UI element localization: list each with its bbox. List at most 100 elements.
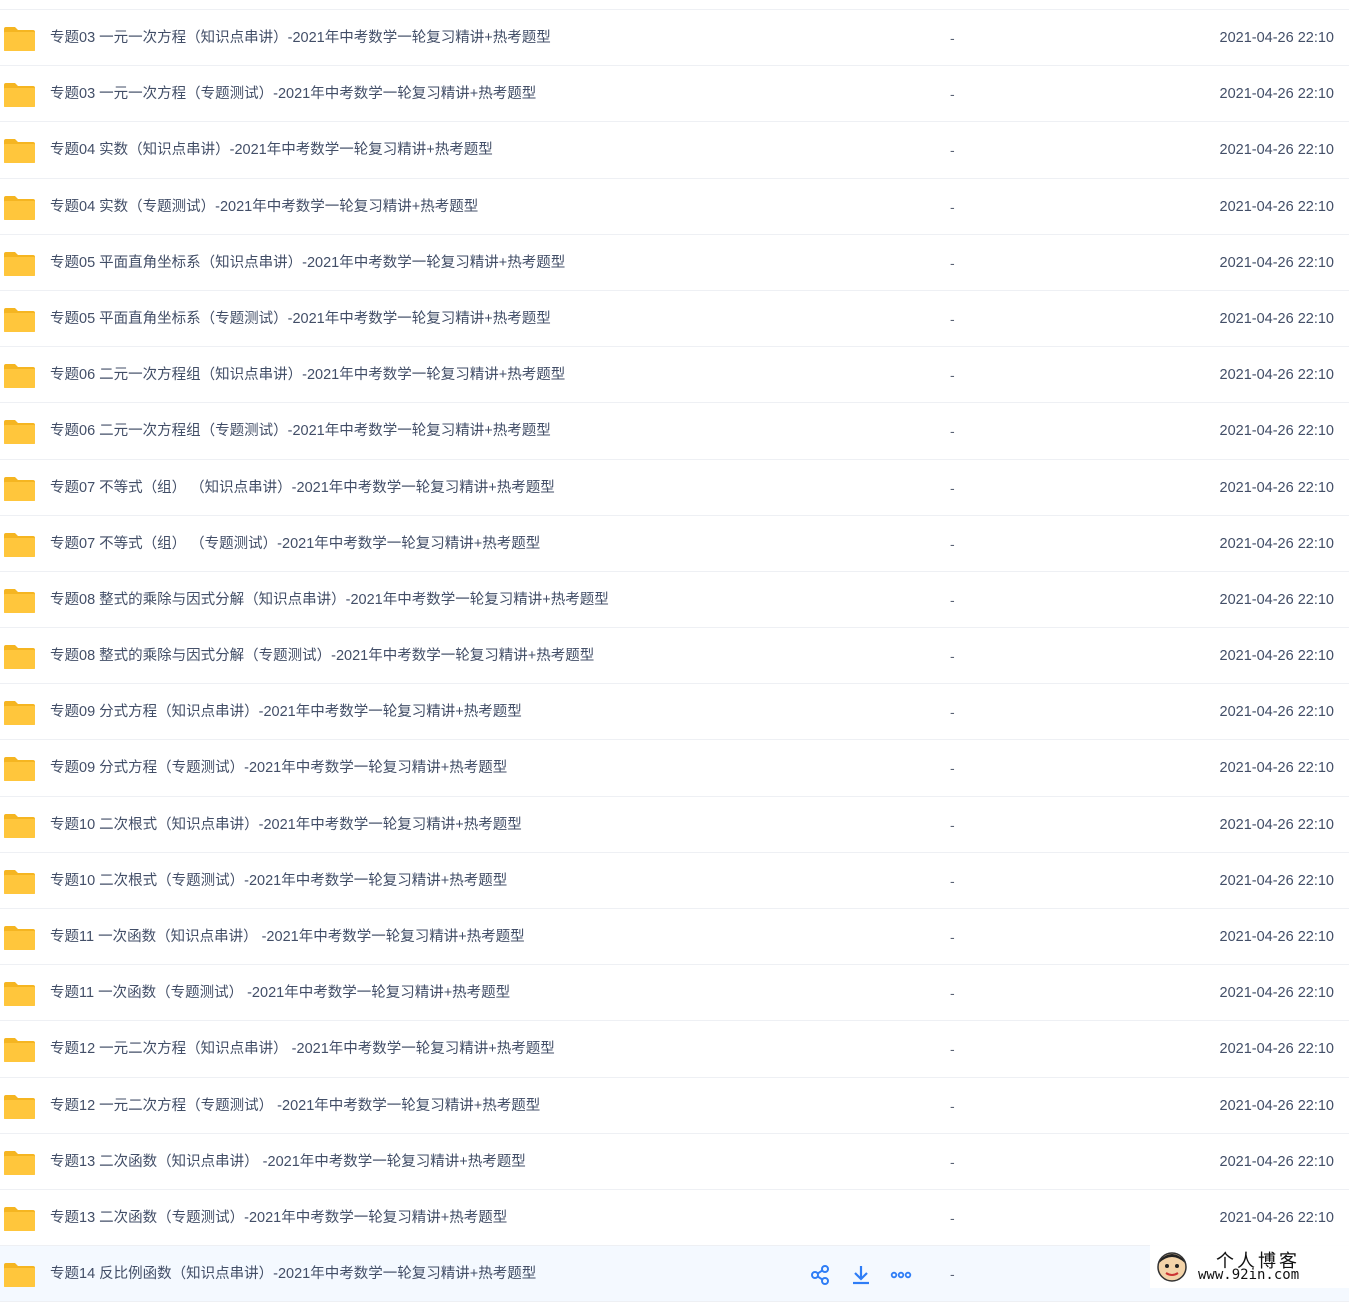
file-row[interactable]: 专题10 二次根式（知识点串讲）-2021年中考数学一轮复习精讲+热考题型 - 20… — [0, 797, 1349, 853]
more-icon[interactable] — [890, 1264, 912, 1286]
modified-date: 2021-04-26 22:10 — [1219, 142, 1335, 159]
file-row[interactable]: 专题09 分式方程（专题测试）-2021年中考数学一轮复习精讲+热考题型 - 202… — [0, 740, 1349, 797]
folder-icon — [3, 419, 36, 445]
folder-icon — [3, 476, 36, 502]
file-name-link[interactable]: 专题10 二次根式（专题测试）-2021年中考数学一轮复习精讲+热考题型 — [50, 853, 507, 909]
file-size: - — [950, 1209, 955, 1226]
folder-icon — [3, 26, 36, 52]
file-row[interactable]: 专题03 一元一次方程（专题测试）-2021年中考数学一轮复习精讲+热考题型 - 2… — [0, 66, 1349, 123]
file-name-link[interactable]: 专题06 二元一次方程组（专题测试）-2021年中考数学一轮复习精讲+热考题型 — [50, 403, 551, 459]
file-name-link[interactable]: 专题07 不等式（组） （专题测试）-2021年中考数学一轮复习精讲+热考题型 — [50, 516, 540, 572]
file-row[interactable]: 专题06 二元一次方程组（知识点串讲）-2021年中考数学一轮复习精讲+热考题型… — [0, 347, 1349, 404]
modified-date: 2021-04-26 22:10 — [1219, 535, 1335, 552]
folder-icon — [3, 82, 36, 108]
file-row[interactable]: 专题03 一元一次方程（知识点串讲）-2021年中考数学一轮复习精讲+热考题型 -… — [0, 10, 1349, 67]
file-row[interactable]: 专题09 分式方程（知识点串讲）-2021年中考数学一轮复习精讲+热考题型 - 20… — [0, 684, 1349, 741]
file-list: 专题03 一元一次方程（知识点串讲）-2021年中考数学一轮复习精讲+热考题型 -… — [0, 0, 1349, 1302]
file-size: - — [950, 310, 955, 327]
file-row[interactable]: 专题05 平面直角坐标系（专题测试）-2021年中考数学一轮复习精讲+热考题型 -… — [0, 291, 1349, 348]
file-name-link[interactable]: 专题05 平面直角坐标系（专题测试）-2021年中考数学一轮复习精讲+热考题型 — [50, 291, 551, 347]
file-name-link[interactable]: 专题04 实数（专题测试）-2021年中考数学一轮复习精讲+热考题型 — [50, 179, 478, 235]
file-size: - — [950, 1266, 955, 1283]
file-name-link[interactable]: 专题11 一次函数（专题测试） -2021年中考数学一轮复习精讲+热考题型 — [50, 965, 510, 1021]
modified-date: 2021-04-26 22:10 — [1219, 86, 1335, 103]
modified-date: 2021-04-26 22:10 — [1219, 591, 1335, 608]
file-size: - — [950, 423, 955, 440]
file-row[interactable]: 专题11 一次函数（知识点串讲） -2021年中考数学一轮复习精讲+热考题型 - 2… — [0, 909, 1349, 966]
modified-date: 2021-04-26 22:10 — [1219, 310, 1335, 327]
folder-icon — [3, 700, 36, 726]
file-row[interactable]: 专题07 不等式（组） （知识点串讲）-2021年中考数学一轮复习精讲+热考题型… — [0, 460, 1349, 516]
file-size: - — [950, 1097, 955, 1114]
modified-date: 2021-04-26 22:10 — [1219, 1209, 1335, 1226]
file-row[interactable]: 专题04 实数（知识点串讲）-2021年中考数学一轮复习精讲+热考题型 - 2021… — [0, 122, 1349, 179]
file-row[interactable]: 专题10 二次根式（专题测试）-2021年中考数学一轮复习精讲+热考题型 - 202… — [0, 853, 1349, 909]
file-row[interactable]: 专题14 反比例函数（知识点串讲）-2021年中考数学一轮复习精讲+热考题型 - — [0, 1246, 1349, 1302]
file-name-link[interactable]: 专题08 整式的乘除与因式分解（知识点串讲）-2021年中考数学一轮复习精讲+热… — [50, 572, 609, 628]
file-name-link[interactable]: 专题09 分式方程（知识点串讲）-2021年中考数学一轮复习精讲+热考题型 — [50, 684, 522, 740]
file-name-link[interactable]: 专题14 反比例函数（知识点串讲）-2021年中考数学一轮复习精讲+热考题型 — [50, 1246, 536, 1302]
folder-icon — [3, 1037, 36, 1063]
file-size: - — [950, 254, 955, 271]
file-name-link[interactable]: 专题12 一元二次方程（知识点串讲） -2021年中考数学一轮复习精讲+热考题型 — [50, 1021, 555, 1077]
file-size: - — [950, 929, 955, 945]
file-row[interactable]: 专题12 一元二次方程（知识点串讲） -2021年中考数学一轮复习精讲+热考题型… — [0, 1021, 1349, 1078]
file-name-link[interactable]: 专题03 一元一次方程（专题测试）-2021年中考数学一轮复习精讲+热考题型 — [50, 66, 536, 122]
file-name-link[interactable]: 专题03 一元一次方程（知识点串讲）-2021年中考数学一轮复习精讲+热考题型 — [50, 10, 551, 66]
file-name-link[interactable]: 专题11 一次函数（知识点串讲） -2021年中考数学一轮复习精讲+热考题型 — [50, 909, 525, 965]
modified-date: 2021-04-26 22:10 — [1219, 254, 1335, 271]
file-row[interactable]: 专题08 整式的乘除与因式分解（知识点串讲）-2021年中考数学一轮复习精讲+热… — [0, 572, 1349, 629]
modified-date: 2021-04-26 22:10 — [1219, 985, 1335, 1002]
file-size: - — [950, 535, 955, 552]
folder-icon — [3, 1094, 36, 1120]
file-name-link[interactable]: 专题06 二元一次方程组（知识点串讲）-2021年中考数学一轮复习精讲+热考题型 — [50, 347, 565, 403]
folder-icon — [3, 813, 36, 839]
file-size: - — [950, 760, 955, 777]
folder-icon — [3, 307, 36, 333]
file-size: - — [950, 1041, 955, 1058]
file-row[interactable]: 专题13 二次函数（专题测试）-2021年中考数学一轮复习精讲+热考题型 - 202… — [0, 1190, 1349, 1247]
file-row[interactable]: 专题05 平面直角坐标系（知识点串讲）-2021年中考数学一轮复习精讲+热考题型… — [0, 235, 1349, 291]
file-size: - — [950, 591, 955, 608]
file-row[interactable]: 专题11 一次函数（专题测试） -2021年中考数学一轮复习精讲+热考题型 - 20… — [0, 965, 1349, 1022]
folder-icon — [3, 869, 36, 895]
file-name-link[interactable]: 专题08 整式的乘除与因式分解（专题测试）-2021年中考数学一轮复习精讲+热考… — [50, 628, 594, 684]
modified-date: 2021-04-26 22:10 — [1219, 648, 1335, 665]
share-icon[interactable] — [810, 1264, 832, 1286]
folder-icon — [3, 1150, 36, 1176]
file-size: - — [950, 872, 955, 889]
modified-date: 2021-04-26 22:10 — [1219, 1153, 1335, 1170]
download-icon[interactable] — [850, 1264, 872, 1286]
modified-date: 2021-04-26 22:10 — [1219, 367, 1335, 384]
file-name-link[interactable]: 专题13 二次函数（知识点串讲） -2021年中考数学一轮复习精讲+热考题型 — [50, 1134, 526, 1190]
file-name-link[interactable]: 专题12 一元二次方程（专题测试） -2021年中考数学一轮复习精讲+热考题型 — [50, 1078, 540, 1134]
file-name-link[interactable]: 专题10 二次根式（知识点串讲）-2021年中考数学一轮复习精讲+热考题型 — [50, 797, 522, 853]
file-row[interactable]: 专题08 整式的乘除与因式分解（专题测试）-2021年中考数学一轮复习精讲+热考… — [0, 628, 1349, 685]
folder-icon — [3, 138, 36, 164]
folder-icon — [3, 363, 36, 389]
folder-icon — [3, 925, 36, 951]
modified-date: 2021-04-26 22:10 — [1219, 929, 1335, 945]
row-actions — [810, 1264, 912, 1286]
file-row[interactable]: 专题13 二次函数（知识点串讲） -2021年中考数学一轮复习精讲+热考题型 - 2… — [0, 1134, 1349, 1190]
file-row[interactable]: 专题07 不等式（组） （专题测试）-2021年中考数学一轮复习精讲+热考题型 -… — [0, 516, 1349, 572]
modified-date: 2021-04-26 22:10 — [1219, 1041, 1335, 1058]
file-name-link[interactable]: 专题05 平面直角坐标系（知识点串讲）-2021年中考数学一轮复习精讲+热考题型 — [50, 235, 565, 291]
file-name-link[interactable]: 专题04 实数（知识点串讲）-2021年中考数学一轮复习精讲+热考题型 — [50, 122, 493, 178]
file-row[interactable]: 专题04 实数（专题测试）-2021年中考数学一轮复习精讲+热考题型 - 2021-… — [0, 179, 1349, 235]
file-name-link[interactable]: 专题07 不等式（组） （知识点串讲）-2021年中考数学一轮复习精讲+热考题型 — [50, 460, 555, 516]
file-size: - — [950, 30, 955, 46]
file-size: - — [950, 367, 955, 384]
file-row[interactable]: 专题06 二元一次方程组（专题测试）-2021年中考数学一轮复习精讲+热考题型 -… — [0, 403, 1349, 460]
folder-icon — [3, 644, 36, 670]
file-name-link[interactable]: 专题13 二次函数（专题测试）-2021年中考数学一轮复习精讲+热考题型 — [50, 1190, 507, 1246]
folder-icon — [3, 532, 36, 558]
file-name-link[interactable]: 专题09 分式方程（专题测试）-2021年中考数学一轮复习精讲+热考题型 — [50, 740, 507, 796]
folder-icon — [3, 756, 36, 782]
file-size: - — [950, 985, 955, 1002]
folder-icon — [3, 981, 36, 1007]
file-row[interactable]: 专题12 一元二次方程（专题测试） -2021年中考数学一轮复习精讲+热考题型 -… — [0, 1078, 1349, 1134]
folder-icon — [3, 1262, 36, 1288]
watermark-avatar-icon — [1156, 1251, 1188, 1283]
modified-date: 2021-04-26 22:10 — [1219, 479, 1335, 496]
